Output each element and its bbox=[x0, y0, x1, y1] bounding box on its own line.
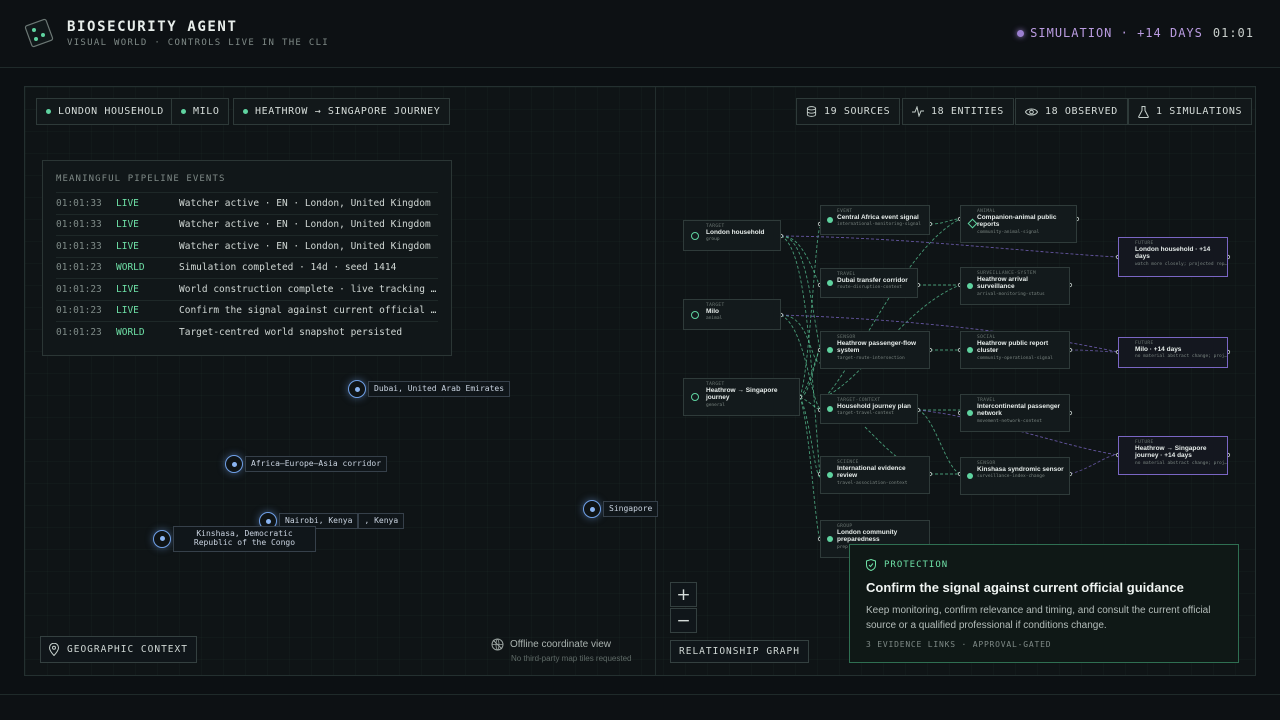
shield-check-icon bbox=[866, 559, 876, 571]
graph-node-companion-animal-reports[interactable]: ANIMAL Companion-animal public reports c… bbox=[960, 205, 1077, 243]
graph-node-future-london-household[interactable]: FUTURE London household · +14 days watch… bbox=[1118, 237, 1228, 277]
node-dot-icon bbox=[967, 473, 973, 479]
graph-node-future-milo[interactable]: FUTURE Milo · +14 days no material abstr… bbox=[1118, 337, 1228, 368]
node-title: Milo · +14 days bbox=[1135, 346, 1182, 353]
target-icon bbox=[691, 310, 699, 319]
simulation-status-label: SIMULATION · +14 DAYS bbox=[1030, 26, 1203, 40]
node-title: Heathrow public report cluster bbox=[977, 340, 1049, 355]
graph-node-international-evidence-review[interactable]: SCIENCE International evidence review tr… bbox=[820, 456, 930, 494]
simulation-clock: 01:01 bbox=[1212, 26, 1254, 40]
node-title: Heathrow → Singapore journey bbox=[706, 387, 778, 402]
graph-node-heathrow-passenger-flow[interactable]: SENSOR Heathrow passenger-flow system ta… bbox=[820, 331, 930, 369]
simulation-status: SIMULATION · +14 DAYS 01:01 bbox=[1017, 26, 1254, 40]
node-subtitle: movement-network-context bbox=[977, 418, 1043, 424]
relationship-graph-button[interactable]: RELATIONSHIP GRAPH bbox=[670, 640, 809, 663]
node-subtitle: general bbox=[706, 402, 725, 408]
node-subtitle: travel-association-context bbox=[837, 480, 908, 486]
node-title: Intercontinental passenger network bbox=[977, 403, 1061, 418]
main-stage: LONDON HOUSEHOLD MILO HEATHROW → SINGAPO… bbox=[24, 86, 1256, 676]
diamond-icon bbox=[967, 218, 978, 229]
node-dot-icon bbox=[827, 347, 833, 353]
protection-meta: 3 EVIDENCE LINKS · APPROVAL-GATED bbox=[866, 640, 1052, 649]
graph-node-household-journey-plan[interactable]: TARGET-CONTEXT Household journey plan ta… bbox=[820, 394, 918, 424]
top-bar: BIOSECURITY AGENT VISUAL WORLD · CONTROL… bbox=[0, 0, 1280, 68]
protection-body: Keep monitoring, confirm relevance and t… bbox=[866, 605, 1211, 631]
app-title: BIOSECURITY AGENT bbox=[67, 19, 238, 35]
node-title: Household journey plan bbox=[837, 403, 912, 410]
node-subtitle: no material abstract change; proj… bbox=[1135, 460, 1228, 466]
graph-node-central-africa-event[interactable]: EVENT Central Africa event signal intern… bbox=[820, 205, 930, 235]
node-title: Kinshasa syndromic sensor bbox=[977, 466, 1064, 473]
graph-node-dubai-transfer-corridor[interactable]: TRAVEL Dubai transfer corridor route-dis… bbox=[820, 268, 918, 298]
node-title: Heathrow arrival surveillance bbox=[977, 276, 1028, 291]
node-dot-icon bbox=[827, 472, 833, 478]
node-subtitle: target-travel-context bbox=[837, 411, 894, 417]
graph-node-heathrow-arrival-surveillance[interactable]: SURVEILLANCE-SYSTEM Heathrow arrival sur… bbox=[960, 267, 1070, 305]
node-dot-icon bbox=[967, 283, 973, 289]
node-subtitle: community-animal-signal bbox=[977, 229, 1040, 235]
node-subtitle: surveillance-index-change bbox=[977, 474, 1045, 480]
node-subtitle: target-route-intersection bbox=[837, 355, 905, 361]
graph-node-intercontinental-network[interactable]: TRAVEL Intercontinental passenger networ… bbox=[960, 394, 1070, 432]
graph-node-heathrow-public-report-cluster[interactable]: SOCIAL Heathrow public report cluster co… bbox=[960, 331, 1070, 369]
node-subtitle: community-operational-signal bbox=[977, 355, 1053, 361]
node-subtitle: watch more closely; projected rep… bbox=[1135, 261, 1228, 267]
node-title: Companion-animal public reports bbox=[977, 214, 1057, 229]
node-dot-icon bbox=[967, 347, 973, 353]
node-subtitle: international-monitoring-signal bbox=[837, 222, 921, 228]
graph-node-target-heathrow-singapore[interactable]: TARGET Heathrow → Singapore journey gene… bbox=[683, 378, 800, 416]
node-title: Milo bbox=[706, 308, 719, 315]
node-dot-icon bbox=[827, 217, 833, 223]
graph-node-target-milo[interactable]: TARGET Milo animal bbox=[683, 299, 781, 330]
node-title: International evidence review bbox=[837, 465, 906, 480]
node-subtitle: no material abstract change; proj… bbox=[1135, 354, 1228, 360]
zoom-out-button[interactable]: − bbox=[670, 608, 697, 633]
protection-kicker: PROTECTION bbox=[866, 559, 1222, 571]
protection-kicker-label: PROTECTION bbox=[884, 560, 949, 570]
node-title: London household bbox=[706, 229, 765, 236]
node-title: Dubai transfer corridor bbox=[837, 277, 908, 284]
node-dot-icon bbox=[827, 536, 833, 542]
protection-card: PROTECTION Confirm the signal against cu… bbox=[849, 544, 1239, 663]
target-icon bbox=[691, 393, 699, 401]
node-title: London household · +14 days bbox=[1135, 246, 1211, 261]
graph-node-future-heathrow-singapore[interactable]: FUTURE Heathrow → Singapore journey · +1… bbox=[1118, 436, 1228, 475]
node-subtitle: route-disruption-context bbox=[837, 285, 903, 291]
node-dot-icon bbox=[967, 410, 973, 416]
protection-title: Confirm the signal against current offic… bbox=[866, 580, 1184, 595]
node-title: London community preparedness bbox=[837, 529, 898, 544]
simulation-status-dot bbox=[1017, 29, 1025, 37]
bottom-bar bbox=[0, 694, 1280, 720]
node-title: Heathrow passenger-flow system bbox=[837, 340, 917, 355]
node-subtitle: arrival-monitoring-status bbox=[977, 291, 1045, 297]
graph-node-target-london-household[interactable]: TARGET London household group bbox=[683, 220, 781, 251]
zoom-in-button[interactable]: + bbox=[670, 582, 697, 607]
node-subtitle: group bbox=[706, 237, 720, 243]
app-subtitle: VISUAL WORLD · CONTROLS LIVE IN THE CLI bbox=[67, 38, 330, 48]
node-title: Heathrow → Singapore journey · +14 days bbox=[1135, 445, 1207, 460]
graph-node-kinshasa-syndromic-sensor[interactable]: SENSOR Kinshasa syndromic sensor surveil… bbox=[960, 457, 1070, 495]
node-subtitle: animal bbox=[706, 316, 723, 322]
node-dot-icon bbox=[827, 280, 833, 286]
node-title: Central Africa event signal bbox=[837, 214, 919, 221]
app-logo-icon bbox=[24, 18, 54, 48]
node-dot-icon bbox=[827, 406, 833, 412]
target-icon bbox=[691, 231, 699, 240]
